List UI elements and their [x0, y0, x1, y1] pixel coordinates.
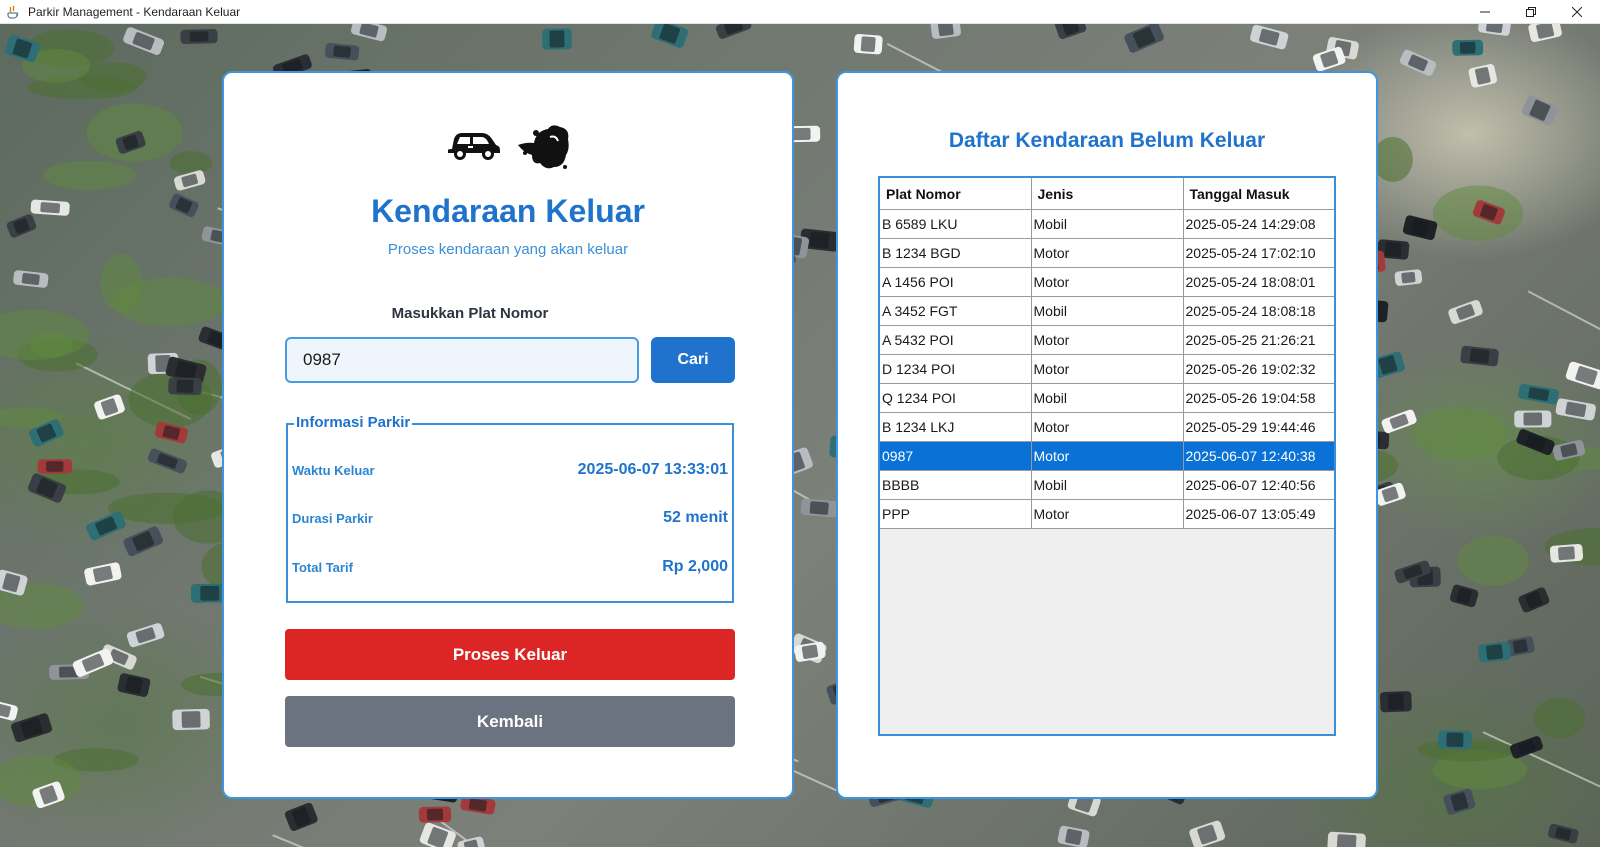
- entry-date-cell: 2025-05-24 18:08:01: [1182, 267, 1334, 297]
- type-cell: Motor: [1030, 325, 1184, 355]
- table-row[interactable]: B 6589 LKU Mobil 2025-05-24 14:29:08: [880, 209, 1334, 239]
- entry-date-cell: 2025-05-26 19:04:58: [1182, 383, 1334, 413]
- entry-date-cell: 2025-05-24 17:02:10: [1182, 238, 1334, 268]
- type-cell: Motor: [1030, 354, 1184, 384]
- title-bar: Parkir Management - Kendaraan Keluar: [0, 0, 1600, 24]
- exit-time-value: 2025-06-07 13:33:01: [577, 461, 728, 478]
- total-fee-value: Rp 2,000: [662, 558, 728, 575]
- total-fee-label: Total Tarif: [292, 559, 353, 575]
- parking-duration-value: 52 menit: [663, 509, 728, 526]
- parking-duration-row: Durasi Parkir 52 menit: [292, 509, 728, 527]
- total-fee-row: Total Tarif Rp 2,000: [292, 558, 728, 576]
- car-icon: [446, 123, 502, 176]
- plate-cell: D 1234 POI: [880, 354, 1032, 384]
- page-subtitle: Proses kendaraan yang akan keluar: [387, 241, 629, 258]
- type-cell: Motor: [1030, 441, 1184, 471]
- type-cell: Motor: [1030, 499, 1184, 529]
- vehicle-exit-panel: Kendaraan Keluar Proses kendaraan yang a…: [222, 71, 794, 799]
- type-cell: Motor: [1030, 238, 1184, 268]
- logo: [224, 123, 792, 176]
- table-row[interactable]: A 5432 POI Motor 2025-05-25 21:26:21: [880, 325, 1334, 355]
- exit-time-row: Waktu Keluar 2025-06-07 13:33:01: [292, 461, 728, 479]
- vehicle-table-container[interactable]: Plat Nomor Jenis Tanggal Masuk B 6589 LK…: [878, 176, 1336, 736]
- table-row[interactable]: B 1234 BGD Motor 2025-05-24 17:02:10: [880, 238, 1334, 268]
- table-row[interactable]: Q 1234 POI Mobil 2025-05-26 19:04:58: [880, 383, 1334, 413]
- plate-cell: A 3452 FGT: [880, 296, 1032, 326]
- window-controls: [1462, 0, 1600, 24]
- java-app-icon: [6, 5, 20, 19]
- plate-cell: B 1234 LKJ: [880, 412, 1032, 442]
- type-cell: Mobil: [1030, 209, 1184, 239]
- entry-date-cell: 2025-06-07 12:40:56: [1182, 470, 1334, 500]
- page-title: Kendaraan Keluar: [371, 193, 645, 229]
- entry-date-cell: 2025-05-24 18:08:18: [1182, 296, 1334, 326]
- type-cell: Mobil: [1030, 383, 1184, 413]
- app-window: Parkir Management - Kendaraan Keluar Ken…: [0, 0, 1600, 847]
- column-header-type[interactable]: Jenis: [1030, 178, 1184, 210]
- parking-info-group: Informasi Parkir Waktu Keluar 2025-06-07…: [286, 414, 734, 603]
- entry-date-cell: 2025-05-24 14:29:08: [1182, 209, 1334, 239]
- type-cell: Motor: [1030, 412, 1184, 442]
- table-row[interactable]: 0987 Motor 2025-06-07 12:40:38: [880, 441, 1334, 471]
- table-header-row: Plat Nomor Jenis Tanggal Masuk: [880, 178, 1334, 210]
- table-row[interactable]: BBBB Mobil 2025-06-07 12:40:56: [880, 470, 1334, 500]
- restore-icon[interactable]: [1508, 0, 1554, 24]
- vehicle-table: Plat Nomor Jenis Tanggal Masuk B 6589 LK…: [880, 178, 1334, 529]
- plate-cell: Q 1234 POI: [880, 383, 1032, 413]
- column-header-plate[interactable]: Plat Nomor: [880, 178, 1032, 210]
- table-row[interactable]: A 3452 FGT Mobil 2025-05-24 18:08:18: [880, 296, 1334, 326]
- table-row[interactable]: B 1234 LKJ Motor 2025-05-29 19:44:46: [880, 412, 1334, 442]
- exit-time-label: Waktu Keluar: [292, 462, 375, 478]
- entry-date-cell: 2025-05-26 19:02:32: [1182, 354, 1334, 384]
- plate-cell: A 1456 POI: [880, 267, 1032, 297]
- plate-cell: B 6589 LKU: [880, 209, 1032, 239]
- close-icon[interactable]: [1554, 0, 1600, 24]
- window-title: Parkir Management - Kendaraan Keluar: [28, 4, 241, 19]
- entry-date-cell: 2025-05-25 21:26:21: [1182, 325, 1334, 355]
- plate-cell: A 5432 POI: [880, 325, 1032, 355]
- plate-cell: PPP: [880, 499, 1032, 529]
- plate-cell: BBBB: [880, 470, 1032, 500]
- vehicle-list-panel: Daftar Kendaraan Belum Keluar Plat Nomor…: [836, 71, 1378, 799]
- table-row[interactable]: PPP Motor 2025-06-07 13:05:49: [880, 499, 1334, 529]
- table-row[interactable]: D 1234 POI Motor 2025-05-26 19:02:32: [880, 354, 1334, 384]
- parking-duration-label: Durasi Parkir: [292, 510, 373, 526]
- table-row[interactable]: A 1456 POI Motor 2025-05-24 18:08:01: [880, 267, 1334, 297]
- entry-date-cell: 2025-05-29 19:44:46: [1182, 412, 1334, 442]
- plate-number-label: Masukkan Plat Nomor: [391, 305, 549, 322]
- entry-date-cell: 2025-06-07 13:05:49: [1182, 499, 1334, 529]
- plate-cell: 0987: [880, 441, 1032, 471]
- exhaust-smoke-icon: [516, 123, 570, 176]
- parking-info-legend: Informasi Parkir: [294, 414, 413, 431]
- column-header-entry-date[interactable]: Tanggal Masuk: [1182, 178, 1334, 210]
- type-cell: Mobil: [1030, 470, 1184, 500]
- search-button[interactable]: Cari: [651, 337, 735, 383]
- minimize-icon[interactable]: [1462, 0, 1508, 24]
- type-cell: Mobil: [1030, 296, 1184, 326]
- entry-date-cell: 2025-06-07 12:40:38: [1182, 441, 1334, 471]
- plate-cell: B 1234 BGD: [880, 238, 1032, 268]
- vehicle-list-title: Daftar Kendaraan Belum Keluar: [948, 129, 1266, 152]
- back-button[interactable]: Kembali: [285, 696, 735, 747]
- process-exit-button[interactable]: Proses Keluar: [285, 629, 735, 680]
- type-cell: Motor: [1030, 267, 1184, 297]
- plate-number-input[interactable]: [285, 337, 639, 383]
